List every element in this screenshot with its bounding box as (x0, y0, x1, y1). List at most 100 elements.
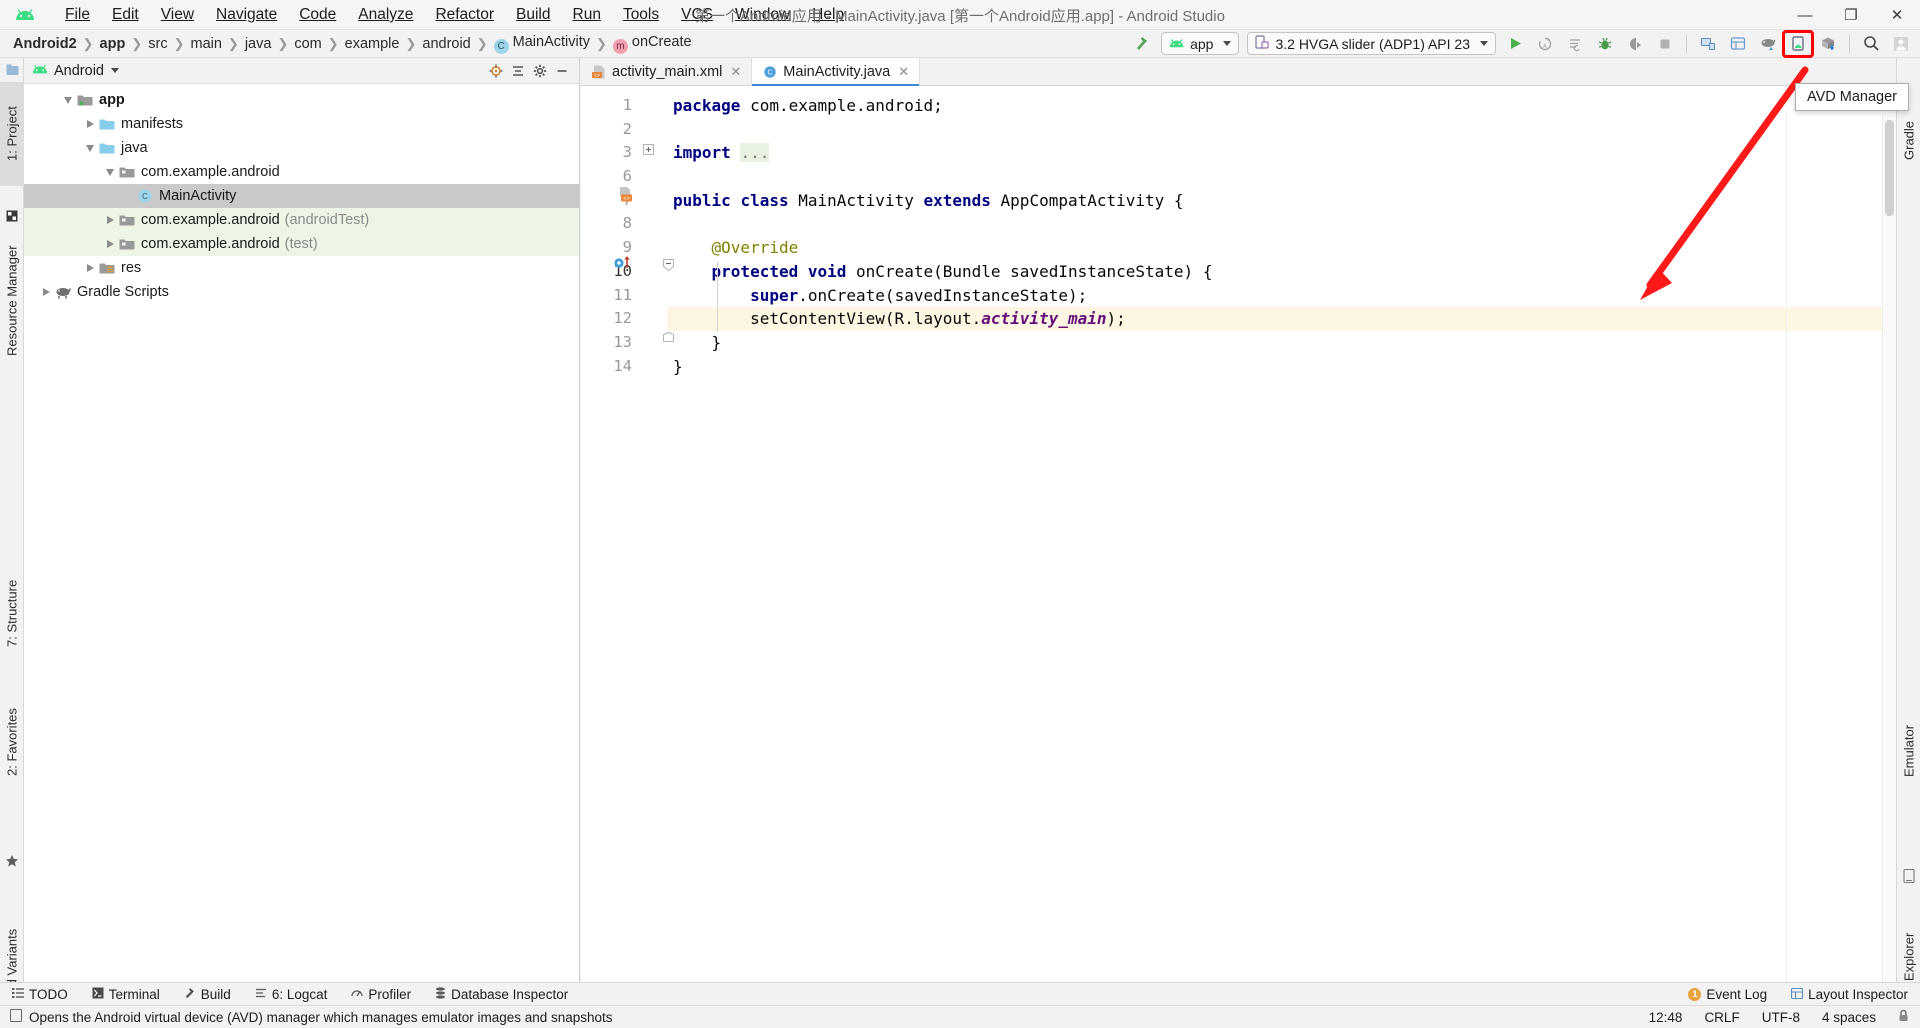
override-method-icon[interactable] (613, 254, 633, 277)
menu-file[interactable]: File (54, 3, 101, 26)
chevron-down-icon[interactable] (82, 140, 98, 156)
hide-panel-icon[interactable] (551, 60, 573, 82)
status-time: 12:48 (1648, 1009, 1683, 1025)
menu-tools[interactable]: Tools (612, 3, 670, 26)
tree-node-app[interactable]: app (24, 88, 579, 112)
tool-window-logcat[interactable]: 6: Logcat (243, 983, 340, 1006)
editor-scrollbar[interactable] (1882, 114, 1896, 982)
search-icon[interactable] (1857, 32, 1885, 56)
tool-window-profiler[interactable]: Profiler (339, 983, 423, 1006)
tree-node-java[interactable]: java (24, 136, 579, 160)
rerun-with-coverage-button[interactable]: A (1531, 32, 1559, 56)
menu-navigate[interactable]: Navigate (205, 3, 288, 26)
breadcrumb-item-src[interactable]: src (143, 35, 172, 53)
menu-window[interactable]: Window (724, 3, 801, 26)
logcat-icon (255, 987, 267, 1002)
code-area[interactable]: 1 2 3 6 7 8 9 10 11 12 13 14 <> (581, 86, 1896, 982)
tool-window-todo[interactable]: TODO (0, 983, 80, 1006)
debug-button[interactable] (1591, 32, 1619, 56)
code-text[interactable]: package com.example.android; import ... … (667, 86, 1896, 982)
breadcrumb-item-oncreate[interactable]: m onCreate (608, 33, 697, 55)
tool-window-label: Build (200, 986, 231, 1002)
chevron-right-icon[interactable] (38, 284, 54, 300)
tree-node-gradle-scripts[interactable]: Gradle Scripts (24, 280, 579, 304)
breadcrumb-item-java[interactable]: java (240, 35, 277, 53)
close-icon[interactable]: ✕ (898, 64, 909, 80)
menu-vcs[interactable]: VCS (670, 3, 724, 26)
sidebar-item-emulator[interactable]: Emulator (1897, 698, 1920, 803)
locate-icon[interactable] (485, 60, 507, 82)
breadcrumb-item-main[interactable]: main (185, 35, 226, 53)
chevron-right-icon[interactable] (82, 116, 98, 132)
device-selector[interactable]: 3.2 HVGA slider (ADP1) API 23 (1247, 32, 1496, 55)
maximize-button[interactable]: ❐ (1828, 0, 1874, 30)
device-manager-button[interactable] (1694, 32, 1722, 56)
tool-window-database-inspector[interactable]: Database Inspector (423, 983, 580, 1006)
tool-window-label: Terminal (108, 986, 160, 1002)
status-encoding[interactable]: UTF-8 (1751, 1010, 1811, 1025)
build-hammer-icon[interactable] (1128, 32, 1156, 56)
menu-help[interactable]: Help (801, 3, 855, 26)
editor-tab-activity-main-xml[interactable]: <> activity_main.xml ✕ (581, 58, 753, 85)
menu-analyze[interactable]: Analyze (347, 3, 424, 26)
status-indent[interactable]: 4 spaces (1811, 1010, 1887, 1025)
breadcrumb-item-app[interactable]: app (95, 35, 131, 53)
gutter-marks: <> (614, 86, 674, 982)
sidebar-item-project[interactable]: 1: Project (0, 82, 24, 186)
project-view-selector-label[interactable]: Android (54, 63, 104, 79)
breadcrumb-item-android2[interactable]: Android2 (8, 35, 82, 53)
tool-window-terminal[interactable]: Terminal (80, 983, 172, 1006)
chevron-right-icon[interactable] (102, 236, 118, 252)
tree-node-res[interactable]: res (24, 256, 579, 280)
run-button[interactable] (1501, 32, 1529, 56)
tree-node-mainactivity[interactable]: C MainActivity (24, 184, 579, 208)
module-selector[interactable]: app (1161, 32, 1240, 55)
sidebar-item-favorites[interactable]: 2: Favorites (0, 683, 24, 801)
minimize-button[interactable]: — (1782, 0, 1828, 30)
breadcrumb-item-mainactivity[interactable]: C MainActivity (489, 33, 595, 55)
chevron-right-icon[interactable] (82, 260, 98, 276)
chevron-down-icon[interactable] (102, 164, 118, 180)
breadcrumb-item-android[interactable]: android (417, 35, 475, 53)
breadcrumb-item-example[interactable]: example (340, 35, 405, 53)
scrollbar-thumb[interactable] (1885, 120, 1894, 216)
settings-gear-icon[interactable] (529, 60, 551, 82)
lock-icon[interactable] (1887, 1009, 1920, 1025)
tree-node-package-test[interactable]: com.example.android (test) (24, 232, 579, 256)
menu-edit[interactable]: Edit (101, 3, 150, 26)
close-icon[interactable]: ✕ (730, 64, 741, 80)
tree-node-manifests[interactable]: manifests (24, 112, 579, 136)
close-button[interactable]: ✕ (1874, 0, 1920, 30)
sidebar-item-resource-manager[interactable]: Resource Manager (0, 226, 24, 376)
tree-node-package-androidtest[interactable]: com.example.android (androidTest) (24, 208, 579, 232)
avd-manager-tooltip: AVD Manager (1795, 83, 1909, 111)
menu-refactor[interactable]: Refactor (424, 3, 505, 26)
attach-debugger-button[interactable] (1621, 32, 1649, 56)
status-line-separator[interactable]: CRLF (1693, 1010, 1750, 1025)
tool-window-event-log[interactable]: 1 Event Log (1676, 983, 1779, 1006)
tree-node-package-main[interactable]: com.example.android (24, 160, 579, 184)
chevron-down-icon[interactable] (110, 68, 119, 73)
collapse-all-icon[interactable] (507, 60, 529, 82)
tool-window-layout-inspector[interactable]: Layout Inspector (1779, 983, 1920, 1006)
avd-manager-button[interactable] (1782, 29, 1814, 58)
menu-view[interactable]: View (150, 3, 205, 26)
stop-button[interactable] (1651, 32, 1679, 56)
layout-inspector-button[interactable] (1724, 32, 1752, 56)
breadcrumb-item-com[interactable]: com (289, 35, 326, 53)
editor-tab-mainactivity-java[interactable]: C MainActivity.java ✕ (752, 58, 921, 86)
chevron-right-icon[interactable] (102, 212, 118, 228)
user-avatar-icon[interactable] (1887, 32, 1915, 56)
menu-run[interactable]: Run (562, 3, 612, 26)
tool-window-build[interactable]: Build (172, 983, 243, 1006)
run-with-profiler-button[interactable] (1561, 32, 1589, 56)
folder-icon (98, 116, 116, 132)
xml-layout-link-icon[interactable]: <> (617, 186, 635, 209)
fold-expand-icon[interactable] (643, 142, 654, 160)
sdk-manager-button[interactable] (1814, 32, 1842, 56)
menu-code[interactable]: Code (288, 3, 347, 26)
gradle-sync-button[interactable] (1754, 32, 1782, 56)
menu-build[interactable]: Build (505, 3, 561, 26)
sidebar-item-structure[interactable]: 7: Structure (0, 558, 24, 668)
chevron-down-icon[interactable] (60, 92, 76, 108)
